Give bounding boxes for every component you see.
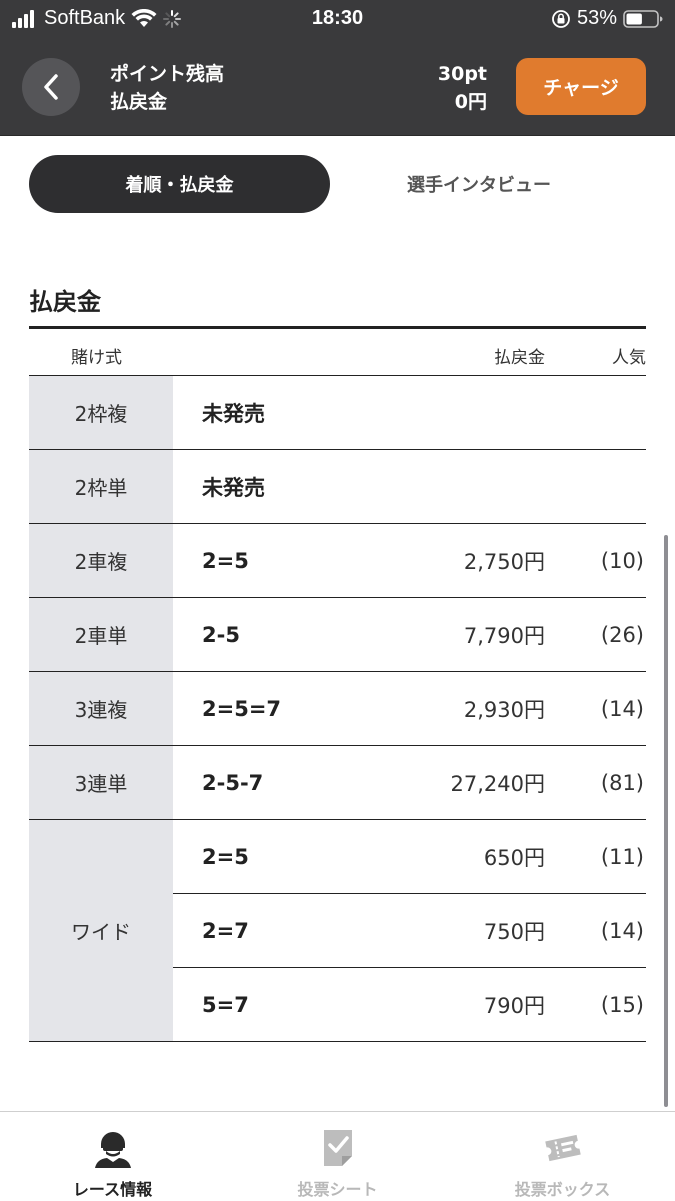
vote-sheet-icon: [323, 1130, 352, 1166]
back-button[interactable]: [22, 58, 80, 116]
balance-labels: ポイント残高 払戻金: [110, 60, 224, 116]
wide-entry: 5=7 790円 (15): [173, 968, 646, 1042]
payout-cell: 27,240円: [450, 772, 545, 796]
payout-cell: 2,750円: [463, 550, 545, 574]
nav-item-race-info[interactable]: レース情報: [0, 1112, 225, 1201]
combo-cell: 5=7: [202, 993, 249, 1017]
popularity-cell: (14): [600, 919, 644, 943]
tab-results-payout[interactable]: 着順・払戻金: [29, 155, 330, 213]
table-row: 3連単 2-5-7 27,240円 (81): [29, 746, 646, 820]
wide-bet-row: ワイド 2=5 650円 (11) 2=7 750円 (14) 5=7 790円…: [29, 820, 646, 1042]
payout-cell: 750円: [483, 920, 545, 944]
nav-item-vote-sheet[interactable]: 投票シート: [225, 1112, 450, 1201]
combo-cell: 2-5: [202, 623, 240, 647]
popularity-cell: (26): [600, 623, 644, 647]
payout-cell: 790円: [483, 994, 545, 1018]
combo-cell: 2=5: [202, 845, 249, 869]
ticket-box-icon: [544, 1134, 581, 1162]
popularity-cell: (11): [600, 845, 644, 869]
points-value: 30pt: [437, 63, 487, 85]
wide-entry: 2=5 650円 (11): [173, 820, 646, 894]
result-tabs: 着順・払戻金 選手インタビュー: [29, 155, 646, 213]
battery-icon: [623, 9, 663, 28]
bet-type-cell: 2枠単: [29, 450, 173, 523]
rider-icon: [94, 1132, 131, 1168]
combo-cell: 2=5: [202, 549, 249, 573]
header-bet-type: 賭け式: [71, 348, 122, 368]
table-row: 2枠複 未発売: [29, 376, 646, 450]
chevron-left-icon: [44, 74, 58, 100]
vertical-scrollbar[interactable]: [664, 535, 668, 1107]
combo-cell: 未発売: [202, 476, 265, 500]
combo-cell: 2-5-7: [202, 771, 264, 795]
balance-values: 30pt 0円: [438, 60, 487, 116]
payout-cell: 2,930円: [463, 698, 545, 722]
payout-cell: 650円: [483, 846, 545, 870]
bottom-nav: レース情報 投票シート 投票ボックス: [0, 1111, 675, 1200]
combo-cell: 2=5=7: [202, 697, 282, 721]
table-row: 2車複 2=5 2,750円 (10): [29, 524, 646, 598]
table-row: 2枠単 未発売: [29, 450, 646, 524]
points-label: ポイント残高: [110, 63, 225, 85]
bet-type-cell: 3連複: [29, 672, 173, 745]
refund-value: 0円: [454, 91, 487, 113]
battery-percent: 53%: [576, 7, 617, 29]
section-title: 払戻金: [29, 288, 101, 316]
app-header: ポイント残高 払戻金 30pt 0円 チャージ: [0, 38, 675, 136]
popularity-cell: (10): [600, 549, 644, 573]
header-popularity: 人気: [612, 348, 646, 368]
status-right: 53%: [551, 7, 663, 30]
wide-entry: 2=7 750円 (14): [173, 894, 646, 968]
popularity-cell: (81): [600, 771, 644, 795]
payout-table: 2枠複 未発売 2枠単 未発売 2車複 2=5 2,750円 (10) 2車単 …: [29, 375, 646, 1042]
popularity-cell: (14): [600, 697, 644, 721]
bet-type-cell: 2車複: [29, 524, 173, 597]
payout-cell: 7,790円: [463, 624, 545, 648]
nav-item-vote-box[interactable]: 投票ボックス: [450, 1112, 675, 1201]
charge-button[interactable]: チャージ: [516, 58, 646, 115]
tab-rider-interview[interactable]: 選手インタビュー: [379, 155, 579, 213]
refund-label: 払戻金: [110, 91, 168, 113]
orientation-lock-icon: [552, 9, 570, 28]
nav-label: レース情報: [72, 1180, 153, 1199]
nav-label: 投票シート: [297, 1180, 378, 1199]
bet-type-cell: 2車単: [29, 598, 173, 671]
table-row: 3連複 2=5=7 2,930円 (14): [29, 672, 646, 746]
header-payout: 払戻金: [494, 348, 545, 368]
table-header: 賭け式 払戻金 人気: [29, 329, 646, 375]
bet-type-cell: 3連単: [29, 746, 173, 819]
table-row: 2車単 2-5 7,790円 (26): [29, 598, 646, 672]
popularity-cell: (15): [600, 993, 644, 1017]
bet-type-cell: ワイド: [29, 820, 173, 1041]
status-bar: SoftBank 18:30 53%: [0, 0, 675, 38]
nav-label: 投票ボックス: [514, 1180, 611, 1199]
combo-cell: 未発売: [202, 402, 265, 426]
combo-cell: 2=7: [202, 919, 249, 943]
bet-type-cell: 2枠複: [29, 376, 173, 449]
